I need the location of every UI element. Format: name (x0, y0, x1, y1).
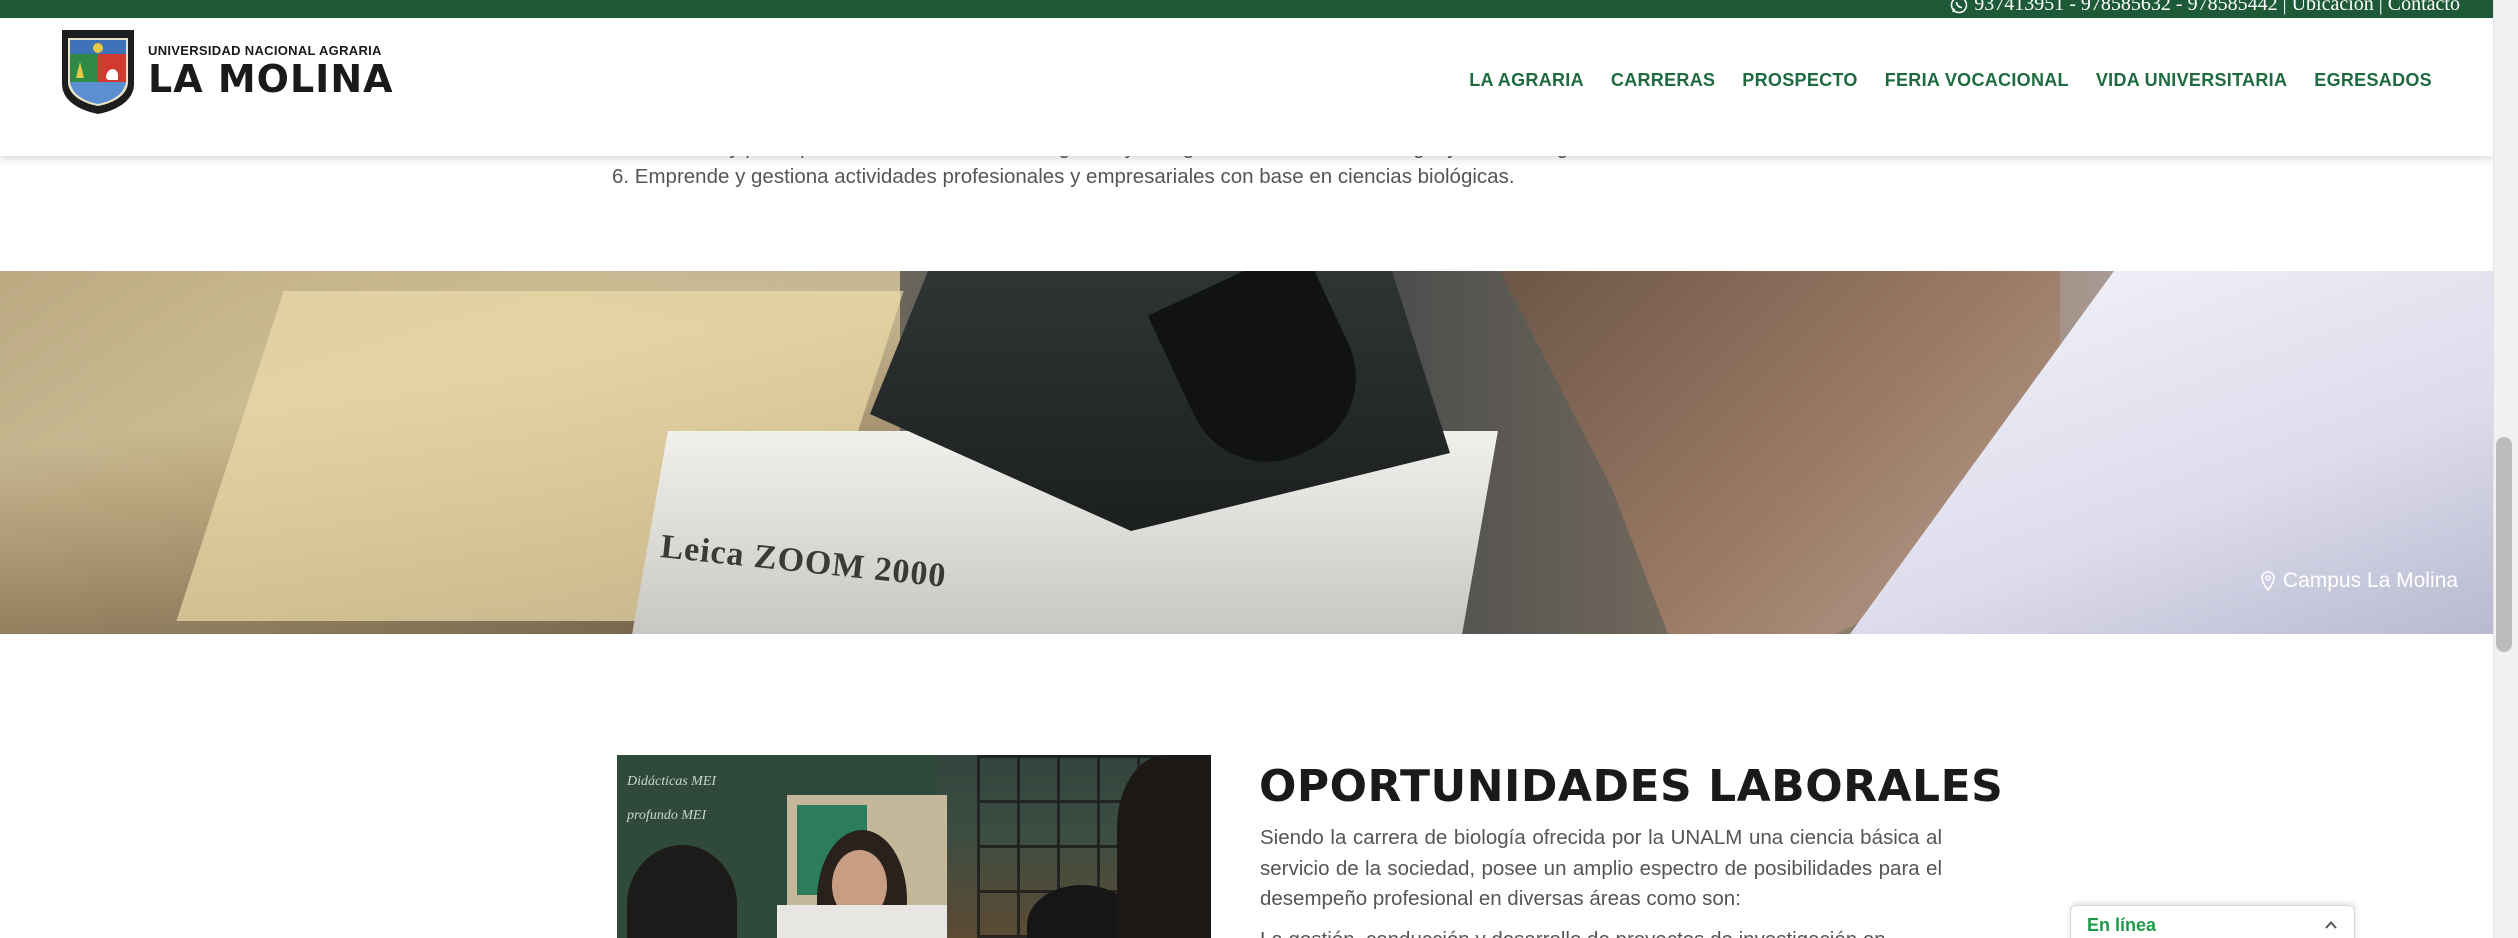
section-paragraph: Siendo la carrera de biología ofrecida p… (1260, 826, 1942, 910)
top-contact-bar: 937413951 - 978585632 - 978585442 | Ubic… (0, 0, 2493, 18)
scrollbar-thumb[interactable] (2496, 437, 2512, 652)
section-paragraph-2: La gestión, conducción y desarrollo de p… (1260, 925, 1942, 938)
nav-item-carreras[interactable]: CARRERAS (1611, 70, 1715, 91)
chevron-up-icon[interactable] (2324, 918, 2338, 932)
nav-item-prospecto[interactable]: PROSPECTO (1742, 70, 1857, 91)
main-nav: LA AGRARIA CARRERAS PROSPECTO FERIA VOCA… (1469, 70, 2432, 91)
hero-caption-text: Campus La Molina (2282, 569, 2458, 592)
whatsapp-icon (1951, 0, 1968, 13)
contact-text[interactable]: 937413951 - 978585632 - 978585442 | Ubic… (1974, 0, 2460, 16)
hero-image-microscope: Leica ZOOM 2000 Campus La Molina (0, 271, 2493, 634)
nav-item-la-agraria[interactable]: LA AGRARIA (1469, 70, 1584, 91)
logo-text: UNIVERSIDAD NACIONAL AGRARIA LA MOLINA (148, 43, 394, 99)
students-lab-photo: Didácticas MEI profundo MEI (617, 755, 1211, 938)
contact-info: 937413951 - 978585632 - 978585442 | Ubic… (1950, 0, 2460, 16)
location-pin-icon (2261, 571, 2275, 591)
site-header: UNIVERSIDAD NACIONAL AGRARIA LA MOLINA L… (0, 18, 2493, 156)
logo-subtitle: UNIVERSIDAD NACIONAL AGRARIA (148, 43, 382, 58)
logo-title: LA MOLINA (148, 57, 394, 101)
university-crest-icon (62, 30, 134, 114)
nav-item-vida-universitaria[interactable]: VIDA UNIVERSITARIA (2096, 70, 2287, 91)
section-title: OPORTUNIDADES LABORALES (1259, 761, 2004, 812)
nav-item-feria-vocacional[interactable]: FERIA VOCACIONAL (1885, 70, 2069, 91)
hero-caption: Campus La Molina (2261, 569, 2458, 593)
chat-status-label: En línea (2087, 914, 2157, 935)
page: 5. Promover y participar en actividades … (0, 0, 2518, 938)
list-item: 6. Emprende y gestiona actividades profe… (612, 165, 1515, 188)
university-logo[interactable]: UNIVERSIDAD NACIONAL AGRARIA LA MOLINA (58, 26, 394, 116)
nav-item-egresados[interactable]: EGRESADOS (2314, 70, 2432, 91)
chalkboard-text: Didácticas MEI profundo MEI (627, 774, 717, 823)
online-chat-widget[interactable]: En línea (2070, 905, 2355, 938)
